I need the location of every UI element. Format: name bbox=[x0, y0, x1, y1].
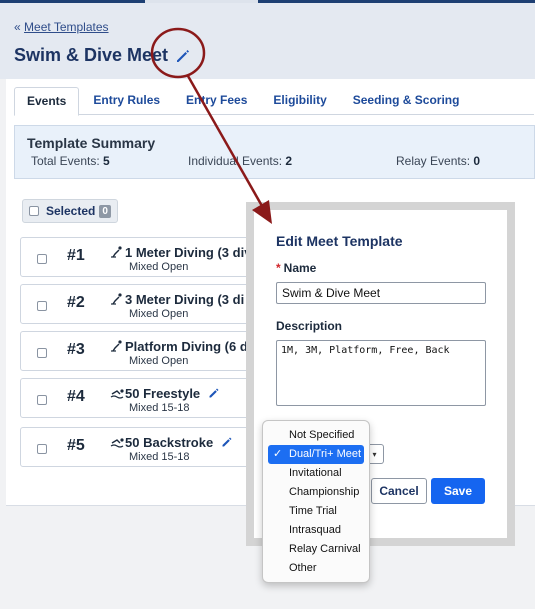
meet-type-option-label: Dual/Tri+ Meet bbox=[289, 448, 362, 460]
cancel-button[interactable]: Cancel bbox=[371, 478, 427, 504]
event-checkbox[interactable] bbox=[37, 444, 47, 454]
page-header: « Meet Templates Swim & Dive Meet bbox=[0, 3, 535, 79]
individual-events-value: 2 bbox=[285, 154, 293, 168]
edit-event-icon[interactable] bbox=[208, 387, 220, 399]
name-input[interactable] bbox=[276, 282, 486, 304]
event-name: 50 Freestyle bbox=[125, 386, 201, 401]
meet-templates-link[interactable]: Meet Templates bbox=[24, 20, 109, 34]
required-marker: * bbox=[276, 261, 281, 275]
modal-title: Edit Meet Template bbox=[276, 233, 403, 249]
total-events-stat: Total Events: 5 bbox=[31, 154, 110, 168]
template-summary: Template Summary Total Events: 5 Individ… bbox=[14, 125, 535, 179]
event-checkbox[interactable] bbox=[37, 254, 47, 264]
title-row: Swim & Dive Meet bbox=[14, 45, 192, 66]
select-all-checkbox[interactable] bbox=[29, 206, 39, 216]
description-textarea[interactable]: 1M, 3M, Platform, Free, Back bbox=[276, 340, 486, 406]
meet-type-dropdown[interactable]: Not Specified ✓ Dual/Tri+ Meet Invitation… bbox=[262, 420, 370, 583]
meet-type-option[interactable]: Relay Carnival bbox=[268, 540, 364, 559]
tab-entry-fees[interactable]: Entry Fees bbox=[174, 87, 259, 115]
meet-type-option[interactable]: Time Trial bbox=[268, 502, 364, 521]
event-category: Mixed Open bbox=[129, 355, 189, 367]
selected-toggle-button[interactable]: Selected 0 bbox=[22, 199, 118, 223]
event-checkbox[interactable] bbox=[37, 395, 47, 405]
event-name: 1 Meter Diving (3 div bbox=[125, 245, 252, 260]
relay-events-stat: Relay Events: 0 bbox=[396, 154, 480, 168]
name-label-text: Name bbox=[283, 261, 317, 275]
selected-count-badge: 0 bbox=[99, 204, 111, 218]
page-title: Swim & Dive Meet bbox=[14, 45, 169, 65]
relay-events-label: Relay Events: bbox=[396, 154, 471, 168]
individual-events-label: Individual Events: bbox=[188, 154, 283, 168]
edit-event-icon[interactable] bbox=[221, 436, 233, 448]
event-name: 50 Backstroke bbox=[125, 435, 214, 450]
meet-type-option[interactable]: Invitational bbox=[268, 464, 364, 483]
summary-title: Template Summary bbox=[27, 135, 156, 151]
event-name: 3 Meter Diving (3 di bbox=[125, 292, 245, 307]
event-checkbox[interactable] bbox=[37, 348, 47, 358]
check-icon: ✓ bbox=[273, 448, 283, 460]
tab-entry-rules[interactable]: Entry Rules bbox=[81, 87, 172, 115]
tab-events[interactable]: Events bbox=[14, 87, 80, 116]
tab-bar: Events Entry Rules Entry Fees Eligibilit… bbox=[14, 87, 534, 116]
relay-events-value: 0 bbox=[473, 154, 481, 168]
event-number: #5 bbox=[67, 437, 85, 454]
event-name-wrap: 50 Backstroke bbox=[125, 435, 233, 450]
chevron-down-icon: ▾ bbox=[372, 449, 377, 459]
event-number: #1 bbox=[67, 247, 85, 264]
event-category: Mixed Open bbox=[129, 308, 189, 320]
swimming-icon bbox=[110, 389, 124, 399]
name-label: * Name bbox=[276, 261, 316, 275]
meet-type-option-selected[interactable]: ✓ Dual/Tri+ Meet bbox=[268, 445, 364, 464]
event-number: #2 bbox=[67, 294, 85, 311]
meet-type-option[interactable]: Not Specified bbox=[268, 426, 364, 445]
tab-seeding-scoring[interactable]: Seeding & Scoring bbox=[341, 87, 472, 115]
save-button[interactable]: Save bbox=[431, 478, 485, 504]
tab-eligibility[interactable]: Eligibility bbox=[261, 87, 338, 115]
diving-icon bbox=[111, 246, 122, 258]
individual-events-stat: Individual Events: 2 bbox=[188, 154, 292, 168]
event-name-wrap: 50 Freestyle bbox=[125, 386, 220, 401]
meet-type-option[interactable]: Intrasquad bbox=[268, 521, 364, 540]
diving-icon bbox=[111, 340, 122, 352]
event-number: #3 bbox=[67, 341, 85, 358]
meet-type-option[interactable]: Other bbox=[268, 559, 364, 578]
event-checkbox[interactable] bbox=[37, 301, 47, 311]
event-category: Mixed 15-18 bbox=[129, 451, 190, 463]
description-label: Description bbox=[276, 319, 343, 333]
total-events-value: 5 bbox=[103, 154, 110, 168]
total-events-label: Total Events: bbox=[31, 154, 100, 168]
event-category: Mixed 15-18 bbox=[129, 402, 190, 414]
event-category: Mixed Open bbox=[129, 261, 189, 273]
diving-icon bbox=[111, 293, 122, 305]
event-name: Platform Diving (6 d bbox=[125, 339, 248, 354]
breadcrumb-prefix: « bbox=[14, 20, 21, 34]
edit-pencil-icon[interactable] bbox=[174, 47, 192, 65]
selected-label: Selected bbox=[46, 204, 96, 218]
event-number: #4 bbox=[67, 388, 85, 405]
breadcrumb[interactable]: « Meet Templates bbox=[14, 20, 109, 34]
meet-type-option[interactable]: Championship bbox=[268, 483, 364, 502]
swimming-icon bbox=[110, 438, 124, 448]
